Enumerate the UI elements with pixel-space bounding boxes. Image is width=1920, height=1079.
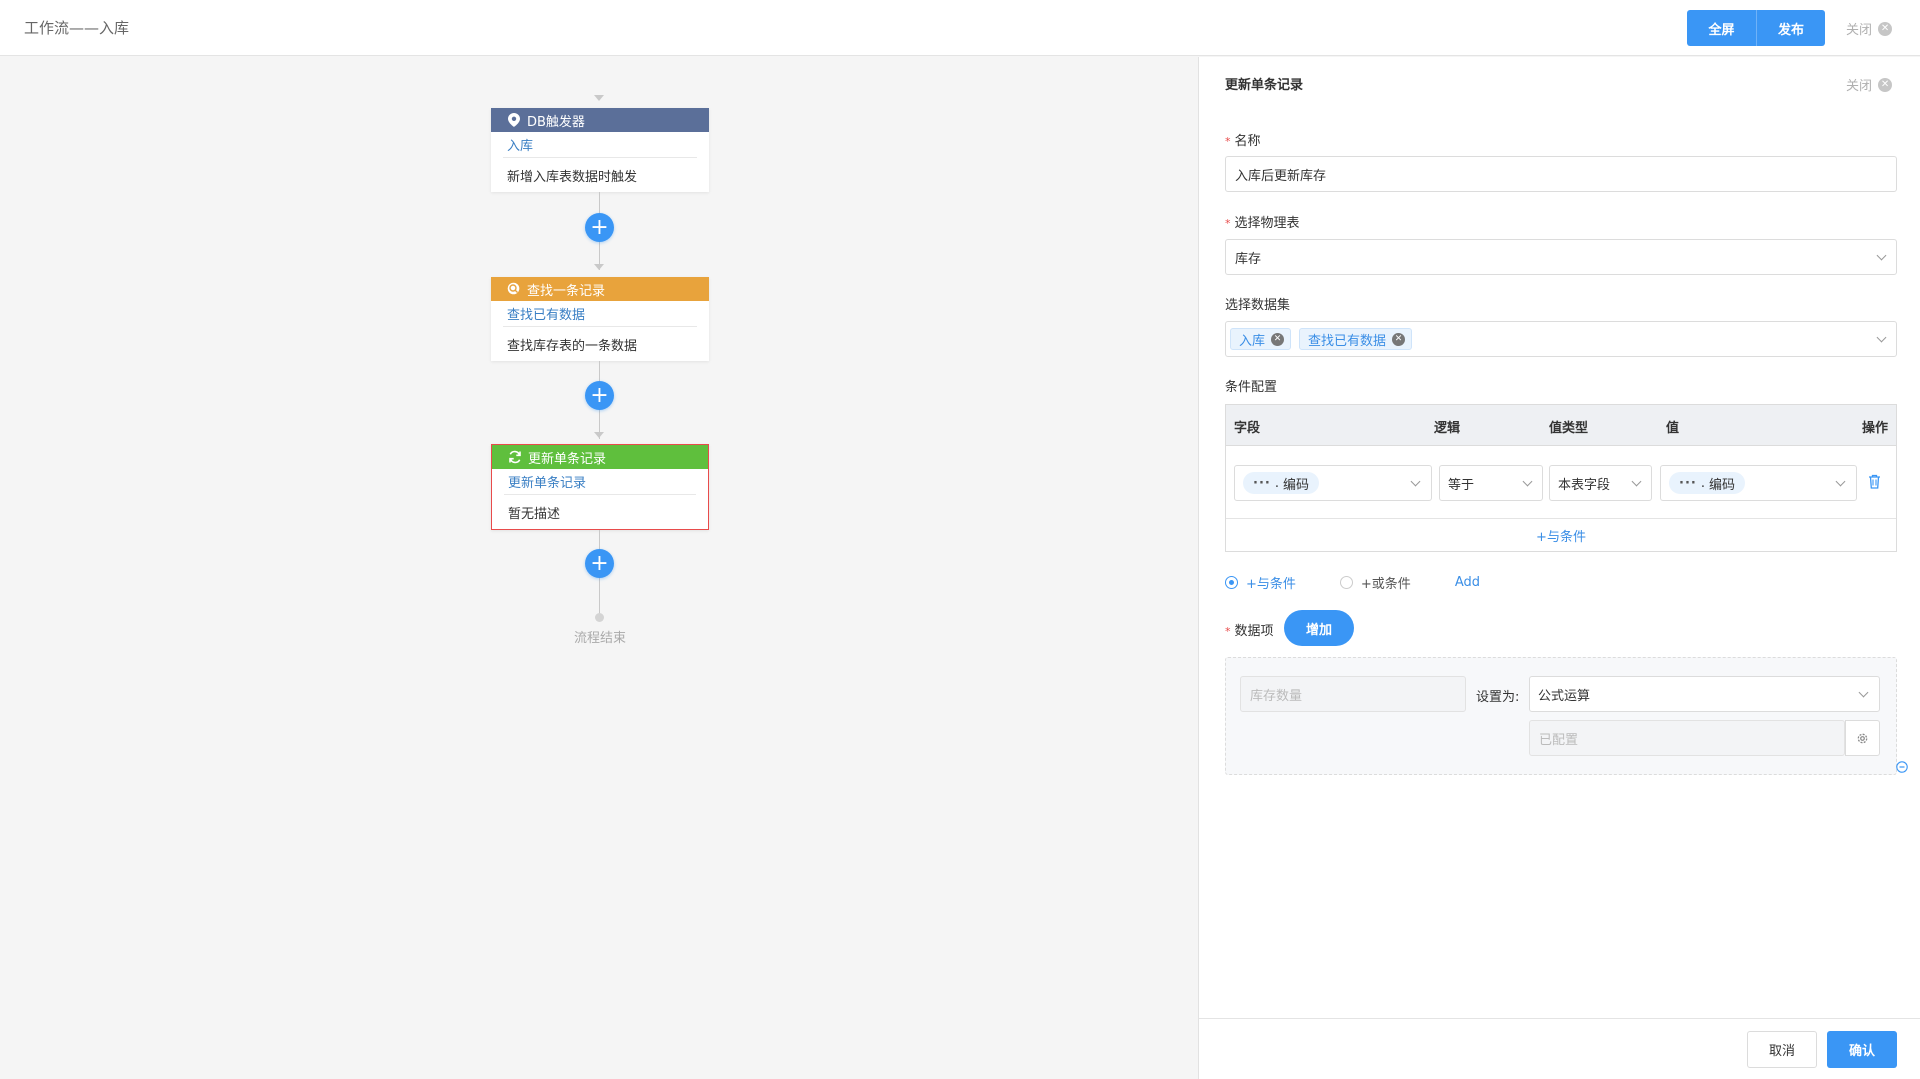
column-header: 值	[1666, 421, 1680, 436]
formula-settings-button[interactable]	[1845, 720, 1880, 756]
required-mark: *	[1225, 625, 1231, 638]
add-data-item-button[interactable]: 增加	[1284, 610, 1354, 646]
close-icon: ✕	[1878, 21, 1893, 36]
table-label: * 选择物理表	[1225, 216, 1300, 231]
flow-node-trigger[interactable]: DB触发器 入库 新增入库表数据时触发	[491, 108, 709, 192]
chevron-down-icon	[1876, 250, 1887, 261]
dataset-tag: 入库 ✕	[1230, 328, 1292, 350]
end-dot-icon	[595, 613, 604, 622]
start-arrow-icon	[594, 95, 604, 101]
node-header: 查找一条记录	[491, 277, 709, 301]
node-name: 入库	[503, 132, 697, 158]
gear-icon	[1857, 733, 1868, 743]
required-mark: *	[1225, 217, 1231, 230]
column-header: 值类型	[1549, 421, 1589, 436]
node-type-label: 查找一条记录	[527, 283, 606, 299]
fullscreen-button[interactable]: 全屏	[1687, 10, 1756, 46]
column-header: 操作	[1862, 421, 1889, 436]
radio-and[interactable]	[1225, 576, 1238, 589]
add-node-button[interactable]: +	[585, 549, 614, 578]
condition-mode-group: +与条件 +或条件 Add	[1225, 573, 1480, 592]
condition-table: 字段 逻辑 值类型 值 操作 ··· . 编码 等于 本表字段 ··· . 编码…	[1225, 404, 1897, 552]
connector-arrow-icon	[594, 432, 604, 438]
value-pill: ··· . 编码	[1669, 472, 1745, 494]
cancel-button[interactable]: 取消	[1747, 1031, 1817, 1068]
header-close-button[interactable]: 关闭 ✕	[1846, 19, 1893, 38]
condition-row: ··· . 编码 等于 本表字段 ··· . 编码	[1226, 446, 1896, 519]
condition-value-type-select[interactable]: 本表字段	[1549, 465, 1652, 501]
close-icon: ✕	[1878, 77, 1893, 92]
dataset-select[interactable]: 入库 ✕ 查找已有数据 ✕	[1225, 321, 1897, 357]
map-pin-icon	[507, 113, 521, 127]
radio-or-label[interactable]: +或条件	[1361, 573, 1411, 592]
header-close-label: 关闭	[1846, 23, 1873, 38]
chevron-down-icon	[1631, 476, 1642, 487]
flow-node-update-record[interactable]: 更新单条记录 更新单条记录 暂无描述	[491, 444, 709, 530]
node-header: 更新单条记录	[492, 445, 708, 469]
node-description: 新增入库表数据时触发	[507, 169, 638, 185]
name-input[interactable]: 入库后更新库存	[1225, 156, 1897, 192]
set-as-label: 设置为:	[1476, 690, 1520, 705]
add-link[interactable]: Add	[1455, 575, 1480, 590]
chevron-down-icon	[1522, 476, 1533, 487]
flow-canvas: DB触发器 入库 新增入库表数据时触发 + 查找一条记录 查找已有数据 查找库存…	[0, 57, 1198, 1079]
page-title: 工作流——入库	[24, 19, 130, 37]
radio-and-label[interactable]: +与条件	[1246, 573, 1296, 592]
connector-arrow-icon	[594, 264, 604, 270]
chevron-down-icon	[1410, 476, 1421, 487]
column-header: 字段	[1234, 421, 1261, 436]
condition-value-select[interactable]: ··· . 编码	[1660, 465, 1857, 501]
add-node-button[interactable]: +	[585, 213, 614, 242]
node-name: 更新单条记录	[504, 469, 696, 495]
header-button-group: 全屏 发布	[1687, 10, 1825, 46]
condition-logic-select[interactable]: 等于	[1439, 465, 1543, 501]
panel-footer: 取消 确认	[1199, 1018, 1920, 1079]
dataset-label: 选择数据集	[1225, 298, 1291, 313]
panel-title: 更新单条记录	[1225, 78, 1304, 93]
node-description: 暂无描述	[508, 506, 561, 522]
delete-icon[interactable]	[1868, 474, 1881, 489]
flow-node-find-record[interactable]: 查找一条记录 查找已有数据 查找库存表的一条数据	[491, 277, 709, 361]
node-header: DB触发器	[491, 108, 709, 132]
config-panel: 更新单条记录 关闭 ✕ * 名称 入库后更新库存 * 选择物理表 库存 选择数据集 …	[1198, 57, 1920, 1079]
node-description: 查找库存表的一条数据	[507, 338, 638, 354]
required-mark: *	[1225, 135, 1231, 148]
data-item-card: 库存数量 设置为: 公式运算 已配置	[1225, 657, 1897, 775]
flow-end-label: 流程结束	[573, 631, 626, 646]
node-type-label: 更新单条记录	[528, 451, 607, 467]
publish-button[interactable]: 发布	[1756, 10, 1825, 46]
column-header: 逻辑	[1434, 421, 1461, 436]
confirm-button[interactable]: 确认	[1827, 1031, 1897, 1068]
field-pill: ··· . 编码	[1243, 472, 1319, 494]
chevron-down-icon	[1835, 476, 1846, 487]
search-icon	[507, 282, 521, 296]
tag-remove-icon[interactable]: ✕	[1392, 332, 1406, 346]
chevron-down-icon	[1858, 687, 1869, 698]
condition-table-header: 字段 逻辑 值类型 值 操作	[1226, 405, 1896, 446]
add-node-button[interactable]: +	[585, 381, 614, 410]
condition-label: 条件配置	[1225, 380, 1278, 395]
data-item-field-input[interactable]: 库存数量	[1240, 676, 1466, 712]
panel-close-button[interactable]: 关闭 ✕	[1846, 75, 1893, 94]
node-type-label: DB触发器	[527, 114, 585, 130]
tag-remove-icon[interactable]: ✕	[1271, 332, 1285, 346]
condition-field-select[interactable]: ··· . 编码	[1234, 465, 1432, 501]
add-and-condition-link[interactable]: +与条件	[1226, 519, 1896, 551]
name-label: * 名称	[1225, 134, 1261, 149]
top-bar: 工作流——入库 全屏 发布 关闭 ✕	[0, 0, 1920, 56]
data-items-label: * 数据项	[1225, 624, 1274, 639]
dataset-tag: 查找已有数据 ✕	[1299, 328, 1413, 350]
chevron-down-icon	[1876, 332, 1887, 343]
table-select[interactable]: 库存	[1225, 239, 1897, 275]
refresh-icon	[508, 450, 522, 464]
radio-or[interactable]	[1339, 576, 1353, 589]
panel-close-label: 关闭	[1846, 79, 1873, 94]
set-as-select[interactable]: 公式运算	[1529, 676, 1880, 712]
node-name: 查找已有数据	[503, 301, 697, 327]
remove-item-icon[interactable]	[1896, 761, 1908, 773]
formula-config-input[interactable]: 已配置	[1529, 720, 1845, 756]
